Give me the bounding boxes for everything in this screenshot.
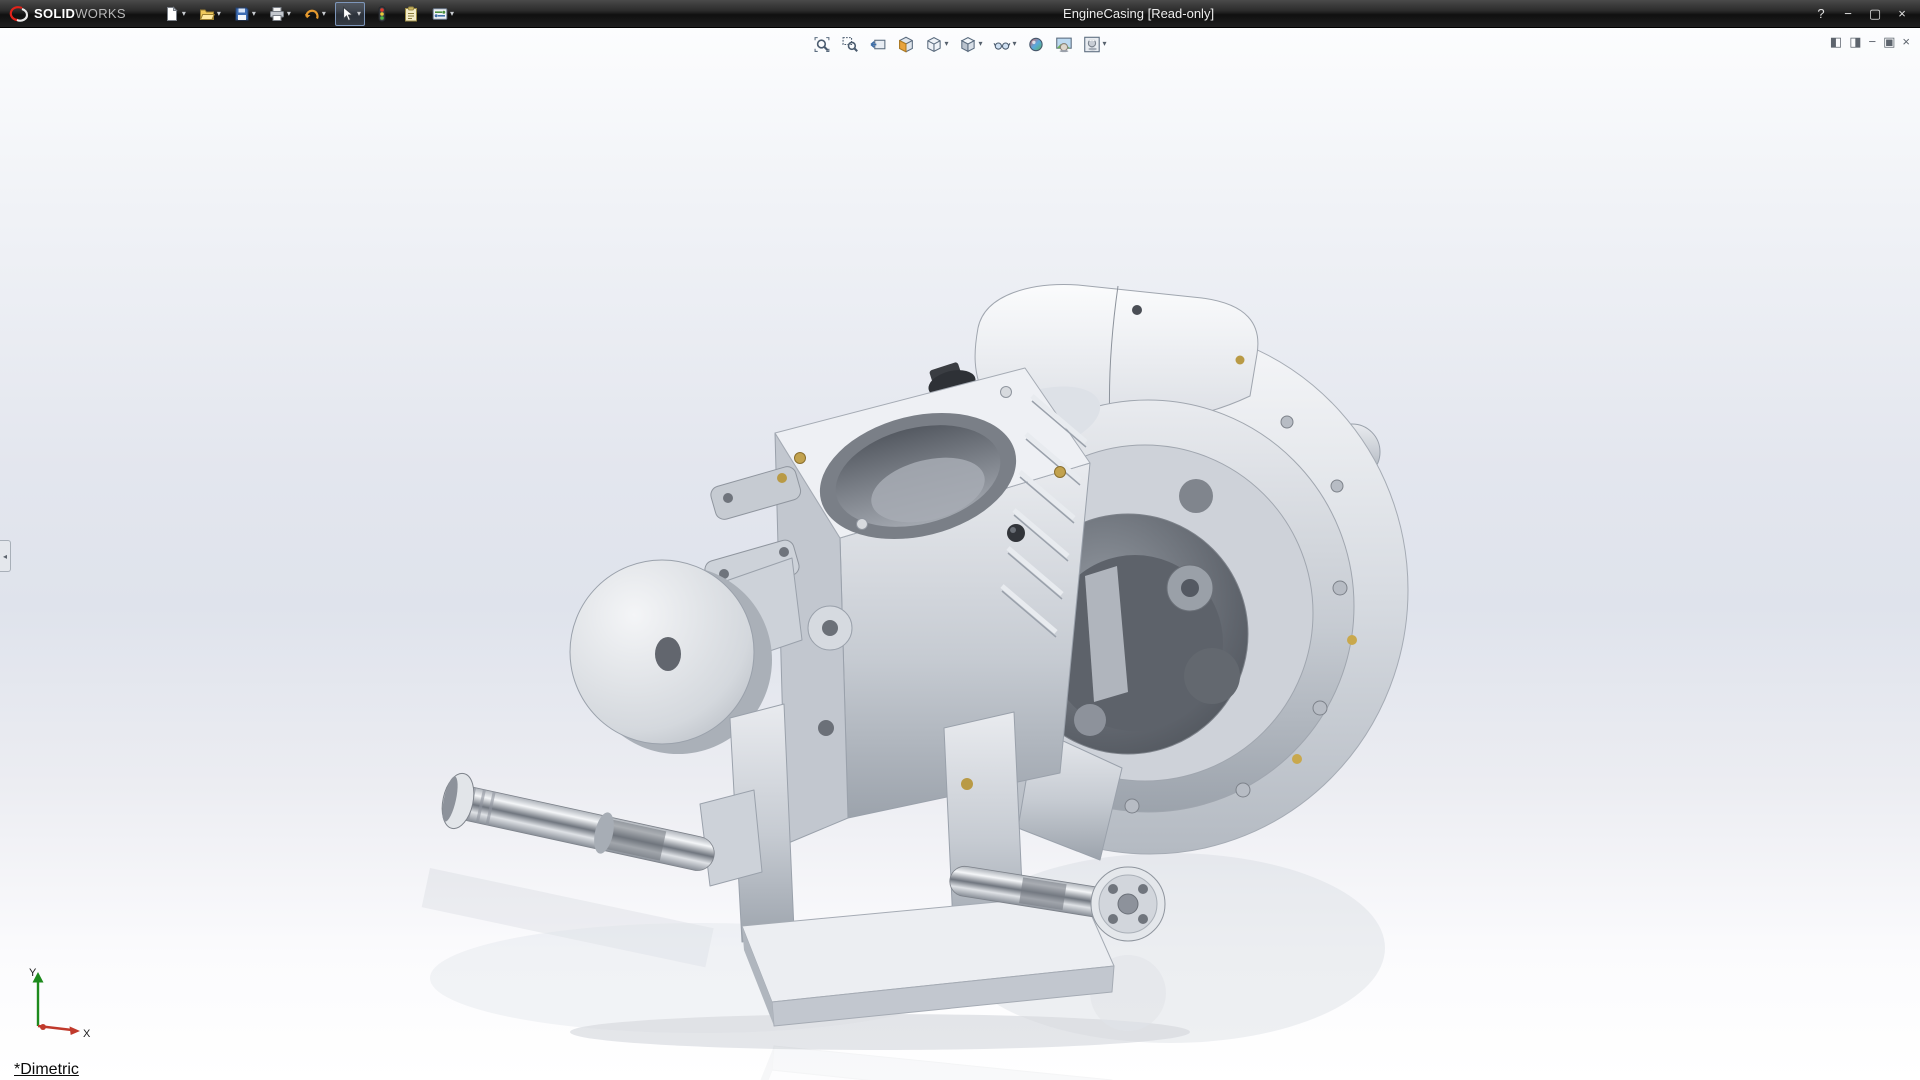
headsup-toolbar: ▾ ▾ ▾ ▾: [812, 33, 1107, 55]
pane-left-button[interactable]: ◧: [1830, 35, 1842, 49]
solidworks-brand: SOLIDWORKS: [0, 5, 126, 23]
view-orientation-button[interactable]: ▾: [924, 33, 949, 55]
chevron-down-icon[interactable]: ▾: [944, 40, 948, 48]
open-button[interactable]: ▾: [195, 2, 225, 26]
printer-icon: [269, 6, 285, 22]
glasses-icon: [994, 36, 1011, 53]
view-orientation-label: *Dimetric: [14, 1061, 79, 1079]
print-button[interactable]: ▾: [265, 2, 295, 26]
zoom-fit-icon: [813, 36, 830, 53]
chevron-down-icon[interactable]: ▾: [357, 10, 361, 18]
view-settings-button[interactable]: ▾: [1083, 33, 1108, 55]
shaded-cube-icon: [959, 36, 976, 53]
select-button[interactable]: ▾: [335, 2, 365, 26]
main-toolbar: ▾ ▾ ▾ ▾ ▾ ▾ ▾: [160, 2, 458, 26]
engine-casing-model: [0, 28, 1920, 1080]
brand-text-solid: SOLID: [34, 6, 75, 21]
doc-minimize-button[interactable]: −: [1869, 35, 1877, 49]
traffic-light-icon: [374, 6, 390, 22]
chevron-down-icon[interactable]: ▾: [322, 10, 326, 18]
graphics-area[interactable]: ▾ ▾ ▾ ▾ ◧ ◨−▣ × ◂ Y X *Dimetric: [0, 28, 1920, 1080]
clipboard-icon: [403, 6, 419, 22]
new-document-button[interactable]: ▾: [160, 2, 190, 26]
chevron-down-icon[interactable]: ▾: [217, 10, 221, 18]
new-document-icon: [164, 6, 180, 22]
apply-scene-button[interactable]: [1055, 33, 1074, 55]
edit-appearance-button[interactable]: [1027, 33, 1046, 55]
previous-view-icon: [869, 36, 886, 53]
close-button[interactable]: ×: [1890, 4, 1914, 24]
chevron-down-icon[interactable]: ▾: [450, 10, 454, 18]
chevron-down-icon[interactable]: ▾: [252, 10, 256, 18]
doc-restore-button[interactable]: ▣: [1883, 35, 1895, 49]
zoom-to-area-button[interactable]: [840, 33, 859, 55]
save-floppy-icon: [234, 6, 250, 22]
orientation-triad: Y X: [16, 962, 100, 1046]
brand-text: SOLIDWORKS: [34, 5, 126, 23]
section-view-icon: [897, 36, 914, 53]
titlebar-controls: ?−▢×: [1809, 0, 1914, 28]
section-view-button[interactable]: [896, 33, 915, 55]
previous-view-button[interactable]: [868, 33, 887, 55]
view-cube-icon: [925, 36, 942, 53]
minimize-button[interactable]: −: [1836, 4, 1860, 24]
rebuild-button[interactable]: [370, 2, 394, 26]
open-folder-icon: [199, 6, 215, 22]
maximize-button[interactable]: ▢: [1863, 4, 1887, 24]
window-title: EngineCasing [Read-only]: [1063, 0, 1214, 28]
doc-close-button[interactable]: ×: [1902, 35, 1910, 49]
triad-x-label: X: [83, 1028, 91, 1040]
chevron-down-icon[interactable]: ▾: [1013, 40, 1017, 48]
display-style-button[interactable]: ▾: [958, 33, 983, 55]
hide-show-items-button[interactable]: ▾: [993, 33, 1018, 55]
options-sliders-icon: [432, 6, 448, 22]
solidworks-window: SOLIDWORKS ▾ ▾ ▾ ▾ ▾ ▾ ▾ EngineCasing [Read-on…: [0, 0, 1920, 28]
featuremanager-collapse-tab[interactable]: ◂: [0, 540, 11, 572]
triad-y-label: Y: [29, 967, 37, 979]
solidworks-logo-icon: [8, 5, 30, 23]
view-settings-icon: [1084, 36, 1101, 53]
save-button[interactable]: ▾: [230, 2, 260, 26]
scene-ball-icon: [1056, 36, 1073, 53]
undo-button[interactable]: ▾: [300, 2, 330, 26]
chevron-down-icon[interactable]: ▾: [182, 10, 186, 18]
zoom-area-icon: [841, 36, 858, 53]
undo-arrow-icon: [304, 6, 320, 22]
chevron-down-icon[interactable]: ▾: [287, 10, 291, 18]
options-button[interactable]: ▾: [428, 2, 458, 26]
chevron-down-icon[interactable]: ▾: [978, 40, 982, 48]
file-properties-button[interactable]: [399, 2, 423, 26]
brand-text-works: WORKS: [75, 6, 126, 21]
chevron-down-icon[interactable]: ▾: [1103, 40, 1107, 48]
doc-window-controls: ◧ ◨−▣ ×: [1830, 35, 1910, 49]
help-button[interactable]: ?: [1809, 4, 1833, 24]
zoom-to-fit-button[interactable]: [812, 33, 831, 55]
select-cursor-icon: [339, 6, 355, 22]
appearance-ball-icon: [1028, 36, 1045, 53]
titlebar[interactable]: SOLIDWORKS ▾ ▾ ▾ ▾ ▾ ▾ ▾ EngineCasing [Read-on…: [0, 0, 1920, 28]
pane-right-button[interactable]: ◨: [1849, 35, 1861, 49]
